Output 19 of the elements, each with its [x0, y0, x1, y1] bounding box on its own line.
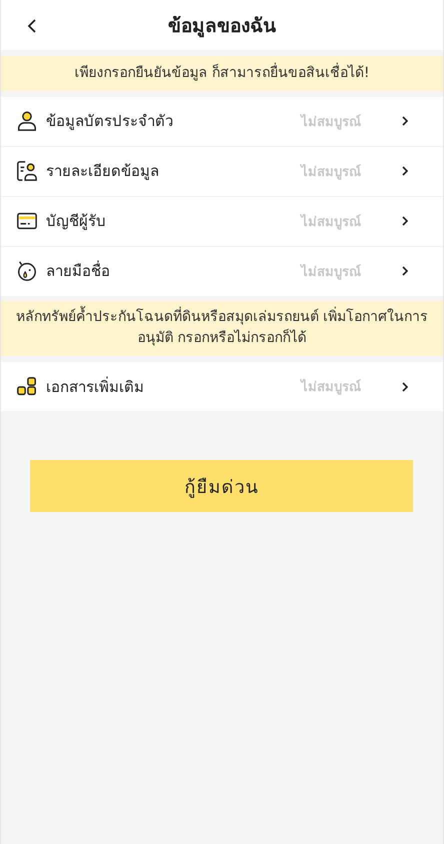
notice-banner: เพียงกรอกยืนยันข้อมูล ก็สามารถยื่นขอสินเชื่อได้! — [1, 56, 443, 91]
id-card-icon — [16, 160, 38, 182]
row-label: บัญชีผู้รับ — [46, 211, 107, 232]
row-label: รายละเอียดข้อมูล — [46, 161, 160, 182]
notice-banner: หลักทรัพย์ค้ำประกันโฉนดที่ดินหรือสมุดเล่มรถยนต์ เพิ่มโอกาศในการอนุมัติ กรอกหรือไม่กรอกก็ได้ — [1, 300, 443, 356]
submit-button[interactable]: กู้ยืมด่วน — [30, 460, 413, 512]
back-icon — [27, 18, 37, 34]
chevron-icon — [401, 165, 409, 178]
squares-icon — [16, 376, 38, 398]
page-title: ข้อมูลของฉัน — [168, 14, 276, 40]
chevron-icon — [401, 265, 409, 278]
person-icon — [16, 110, 38, 132]
row-label: ลายมือชื่อ — [46, 260, 111, 282]
chevron-icon — [401, 115, 409, 128]
chevron-icon — [401, 215, 409, 228]
chevron-icon — [401, 380, 409, 393]
row-label: ข้อมูลบัตรประจำตัว — [46, 111, 174, 132]
signature-icon — [16, 260, 38, 282]
row-label: เอกสารเพิ่มเติม — [46, 376, 145, 398]
